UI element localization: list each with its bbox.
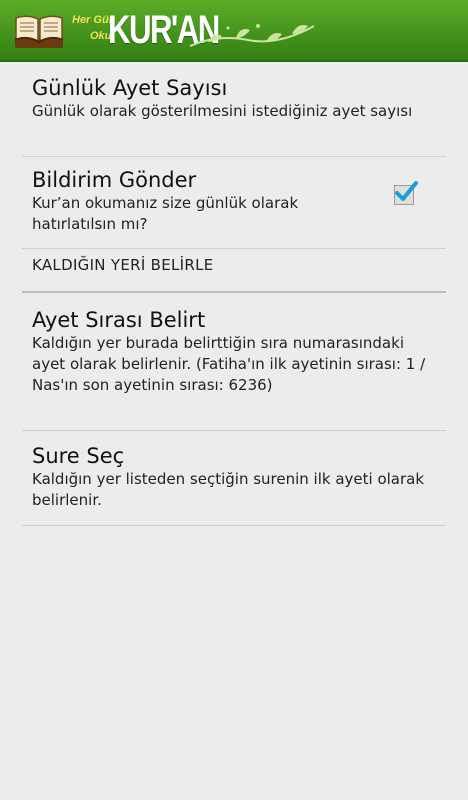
category-header: KALDIĞIN YERİ BELİRLE [22, 249, 446, 293]
setting-title: Ayet Sırası Belirt [32, 308, 206, 332]
setting-send-notification[interactable]: Bildirim Gönder Kur’an okumanız size gün… [22, 157, 446, 249]
settings-list: Günlük Ayet Sayısı Günlük olarak gösteri… [22, 64, 446, 526]
open-book-icon [14, 15, 64, 48]
checkbox-checked-icon[interactable] [394, 181, 418, 205]
setting-title: Sure Seç [32, 444, 125, 468]
vine-ornament-icon [189, 24, 315, 47]
setting-daily-verse-count[interactable]: Günlük Ayet Sayısı Günlük olarak gösteri… [22, 64, 446, 157]
setting-summary: Günlük olarak gösterilmesini istediğiniz… [32, 102, 413, 120]
setting-select-sura[interactable]: Sure Seç Kaldığın yer listeden seçtiğin … [22, 431, 446, 526]
setting-summary: Kaldığın yer listeden seçtiğin surenin i… [32, 470, 425, 509]
setting-summary: Kur’an okumanız size günlük olarak hatır… [32, 194, 299, 233]
setting-title: Günlük Ayet Sayısı [32, 76, 228, 100]
setting-summary: Kaldığın yer burada belirttiğin sıra num… [32, 334, 426, 394]
app-header: Her Gün Oku KUR'AN [0, 0, 468, 62]
setting-title: Bildirim Gönder [32, 168, 197, 192]
setting-verse-order[interactable]: Ayet Sırası Belirt Kaldığın yer burada b… [22, 293, 446, 431]
